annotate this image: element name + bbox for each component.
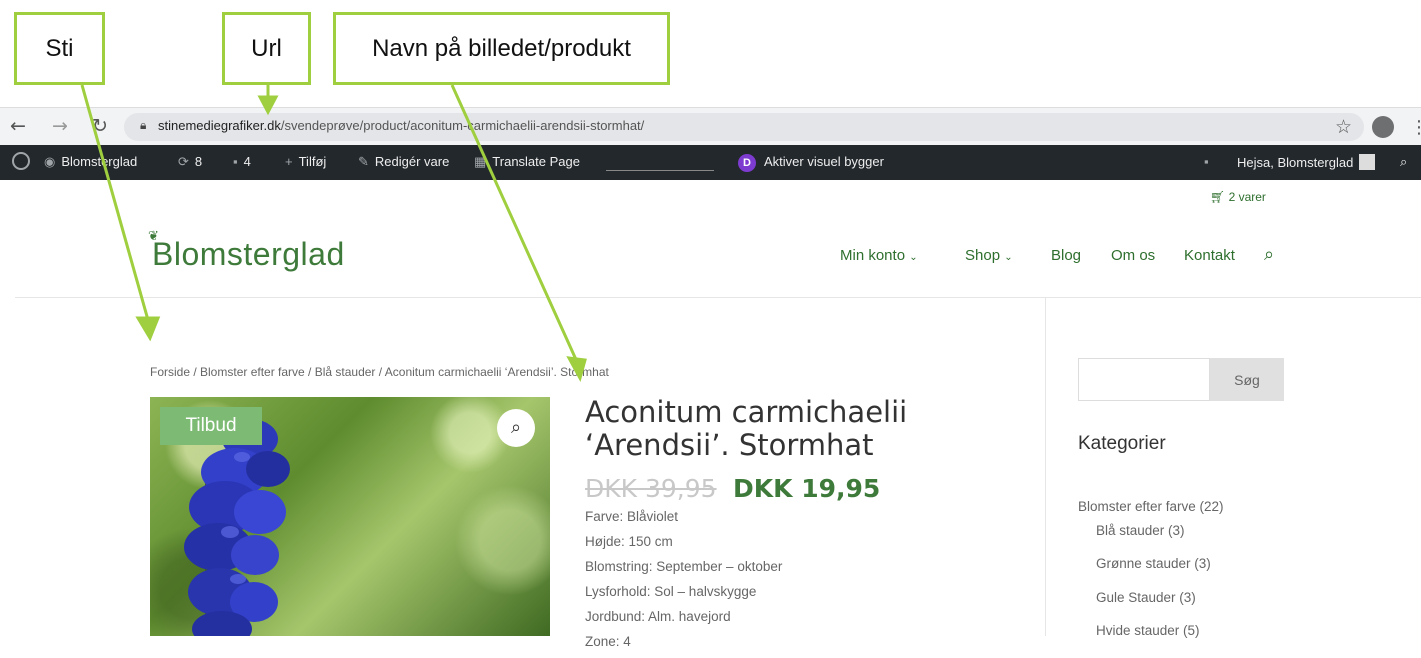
category-item[interactable]: Blomster efter farve (22) [1078, 499, 1224, 514]
chevron-down-icon: ⌄ [1004, 252, 1013, 263]
categories-heading: Kategorier [1078, 433, 1166, 454]
user-greeting: Hejsa, Blomsterglad [1237, 155, 1354, 170]
wp-admin-bar: ◉ Blomsterglad ⟳ 8 ▪ 4 + Tilføj ✎ Redigér var… [0, 145, 1421, 180]
admin-edit-product[interactable]: ✎ Redigér vare [358, 154, 449, 170]
forward-arrow-icon[interactable]: → [52, 115, 68, 137]
notification-icon: ▪ [1204, 154, 1209, 169]
plus-icon: + [285, 154, 293, 169]
wordpress-logo-icon[interactable] [12, 152, 30, 170]
back-arrow-icon[interactable]: ← [10, 115, 26, 137]
old-price: DKK 39,95 [585, 474, 717, 503]
comments-count: 4 [243, 154, 251, 169]
search-button[interactable]: Søg [1210, 358, 1284, 401]
url-path: /svendeprøve/product/aconitum-carmichael… [280, 118, 645, 133]
nav-min-konto[interactable]: Min konto ⌄ [840, 247, 918, 264]
kebab-menu-icon[interactable]: ⋮ [1410, 117, 1421, 138]
cart-count: 2 varer [1228, 190, 1266, 204]
url-text[interactable]: stinemediegrafiker.dk/svendeprøve/produc… [158, 118, 644, 133]
attribute-item: Lysforhold: Sol – halvskygge [585, 584, 757, 599]
cart-link[interactable]: 🛒︎ 2 varer [1210, 190, 1266, 204]
admin-visual-builder[interactable]: D Aktiver visuel bygger [738, 154, 884, 172]
visual-builder-label: Aktiver visuel bygger [764, 154, 884, 169]
category-item[interactable]: Gule Stauder (3) [1096, 590, 1196, 605]
sidebar-search-input[interactable] [1078, 358, 1210, 401]
pencil-icon: ✎ [358, 154, 369, 169]
admin-user-menu[interactable]: Hejsa, Blomsterglad [1237, 154, 1376, 170]
updates-count: 8 [194, 154, 203, 169]
url-domain: stinemediegrafiker.dk [158, 118, 281, 133]
sale-price: DKK 19,95 [733, 474, 881, 503]
lock-icon: 🔒︎ [140, 118, 147, 132]
updates-icon: ⟳ [178, 154, 189, 169]
stats-sparkline[interactable] [606, 154, 714, 171]
attribute-item: Jordbund: Alm. havejord [585, 609, 731, 624]
comment-icon: ▪ [233, 154, 238, 169]
user-avatar [1359, 154, 1376, 170]
profile-avatar[interactable] [1372, 116, 1394, 138]
category-item[interactable]: Blå stauder (3) [1096, 523, 1185, 538]
edit-label: Redigér vare [374, 154, 450, 169]
divi-icon: D [738, 154, 756, 172]
annotation-product-name: Navn på billedet/produkt [333, 12, 670, 85]
admin-updates[interactable]: ⟳ 8 [178, 154, 202, 170]
attribute-item: Blomstring: September – oktober [585, 559, 783, 574]
cart-icon: 🛒︎ [1210, 190, 1226, 204]
bookmark-star-icon[interactable]: ☆ [1335, 116, 1352, 138]
browser-toolbar: ← → ↻ 🔒︎ stinemediegrafiker.dk/svendeprø… [0, 107, 1421, 146]
reload-icon[interactable]: ↻ [92, 115, 108, 137]
category-item[interactable]: Grønne stauder (3) [1096, 556, 1211, 571]
annotation-sti: Sti [14, 12, 105, 85]
attribute-item: Farve: Blåviolet [585, 509, 679, 524]
translate-label: Translate Page [492, 154, 580, 169]
zoom-icon[interactable]: ⌕ [497, 409, 535, 447]
translate-icon: ▦ [474, 154, 487, 169]
admin-site-link[interactable]: ◉ Blomsterglad [44, 154, 137, 170]
attribute-item: Højde: 150 cm [585, 534, 673, 549]
admin-comments[interactable]: ▪ 4 [233, 154, 251, 169]
sidebar-divider [1045, 297, 1046, 636]
chevron-down-icon: ⌄ [909, 252, 918, 263]
dashboard-icon: ◉ [44, 154, 56, 169]
nav-shop[interactable]: Shop ⌄ [965, 247, 1013, 264]
address-bar[interactable]: 🔒︎ stinemediegrafiker.dk/svendeprøve/pro… [124, 113, 1364, 141]
header-divider [15, 297, 1421, 298]
admin-search-icon[interactable]: ⌕ [1400, 154, 1407, 170]
admin-translate[interactable]: ▦ Translate Page [474, 154, 580, 170]
site-logo[interactable]: Blomsterglad [152, 236, 345, 273]
annotation-url: Url [222, 12, 311, 85]
admin-add-new[interactable]: + Tilføj [285, 154, 326, 169]
nav-kontakt[interactable]: Kontakt [1184, 247, 1235, 264]
nav-label: Min konto [840, 247, 906, 264]
breadcrumb[interactable]: Forside / Blomster efter farve / Blå sta… [150, 365, 609, 379]
product-title: Aconitum carmichaelii ‘Arendsii’. Stormh… [585, 395, 908, 462]
admin-site-name: Blomsterglad [61, 154, 138, 169]
nav-om-os[interactable]: Om os [1111, 247, 1155, 264]
add-new-label: Tilføj [298, 154, 327, 169]
nav-label: Shop [965, 247, 1001, 264]
nav-blog[interactable]: Blog [1051, 247, 1081, 264]
admin-notifications[interactable]: ▪ [1204, 154, 1215, 169]
attribute-item: Zone: 4 [585, 634, 631, 649]
search-icon[interactable]: ⌕ [1264, 244, 1274, 265]
sale-badge: Tilbud [160, 407, 262, 445]
